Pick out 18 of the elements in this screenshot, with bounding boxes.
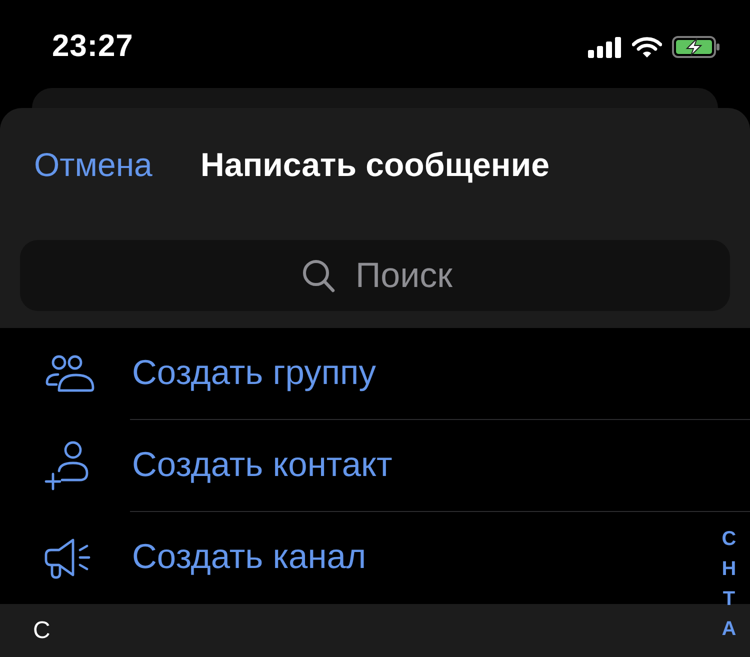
wifi-icon <box>632 36 662 58</box>
battery-icon <box>672 36 720 58</box>
screen-title: Написать сообщение <box>200 146 550 184</box>
search-icon <box>302 259 335 293</box>
cancel-button[interactable]: Отмена <box>34 146 152 184</box>
status-time: 23:27 <box>52 32 134 60</box>
index-letter[interactable]: А <box>718 614 740 644</box>
index-letter[interactable]: Н <box>718 554 740 584</box>
index-letter[interactable]: Т <box>718 584 740 614</box>
action-item[interactable]: Создать группу <box>132 354 376 394</box>
section-letter: С <box>33 618 50 644</box>
action-item[interactable]: Создать контакт <box>132 446 392 486</box>
action-item[interactable]: Создать канал <box>132 538 366 578</box>
add-person-icon <box>44 441 90 491</box>
signal-icon <box>588 36 622 58</box>
people-icon <box>44 355 96 393</box>
index-letter[interactable]: С <box>718 524 740 554</box>
search-field[interactable]: Поиск <box>20 240 730 311</box>
